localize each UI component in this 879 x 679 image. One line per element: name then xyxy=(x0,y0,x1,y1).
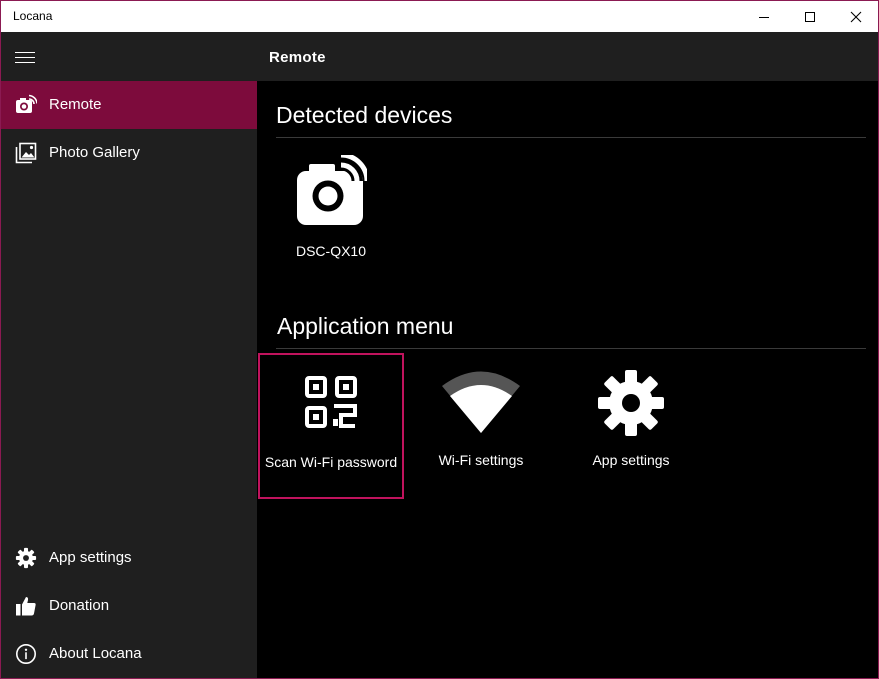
sidebar-item-label: App settings xyxy=(49,549,132,566)
sidebar-item-label: Donation xyxy=(49,597,110,614)
device-label: DSC-QX10 xyxy=(295,243,367,259)
photo-gallery-icon xyxy=(14,141,38,165)
sidebar-item-label: About Locana xyxy=(49,645,142,662)
tile-label: Scan Wi-Fi password xyxy=(264,454,398,470)
main-content: Detected devices DSC-QX10 Application me… xyxy=(257,81,878,678)
page-header: Remote xyxy=(257,32,878,81)
info-icon xyxy=(14,642,38,666)
close-icon xyxy=(850,11,862,22)
page-title: Remote xyxy=(269,49,326,66)
section-divider xyxy=(276,348,866,349)
gear-icon xyxy=(14,546,38,570)
qr-code-icon xyxy=(258,375,404,429)
sidebar-item-about[interactable]: About Locana xyxy=(1,630,257,678)
title-bar: Locana xyxy=(1,1,878,32)
close-button[interactable] xyxy=(833,1,879,32)
device-tile-dsc-qx10[interactable]: DSC-QX10 xyxy=(258,153,404,273)
sidebar-item-app-settings[interactable]: App settings xyxy=(1,534,257,582)
camera-wifi-icon xyxy=(14,93,38,117)
sidebar-item-donation[interactable]: Donation xyxy=(1,582,257,630)
app-window: Locana Remote Photo Gallery App settings… xyxy=(0,0,879,679)
wifi-settings-button[interactable]: Wi-Fi settings xyxy=(408,355,554,497)
detected-devices-title: Detected devices xyxy=(276,102,453,128)
section-divider xyxy=(276,137,866,138)
thumbs-up-icon xyxy=(14,594,38,618)
camera-wifi-icon xyxy=(258,155,404,227)
maximize-icon xyxy=(805,11,815,22)
tile-label: App settings xyxy=(592,452,670,468)
hamburger-menu-icon[interactable] xyxy=(15,51,35,65)
sidebar-item-label: Remote xyxy=(49,96,102,113)
maximize-button[interactable] xyxy=(787,1,833,32)
application-menu-title: Application menu xyxy=(277,313,454,339)
sidebar: Remote Photo Gallery App settings Donati… xyxy=(1,32,257,678)
wifi-icon xyxy=(408,369,554,435)
minimize-icon xyxy=(759,16,769,18)
tile-label: Wi-Fi settings xyxy=(438,452,524,468)
sidebar-item-photo-gallery[interactable]: Photo Gallery xyxy=(1,129,257,177)
gear-icon xyxy=(558,369,704,437)
sidebar-item-label: Photo Gallery xyxy=(49,144,140,161)
window-title: Locana xyxy=(13,9,53,23)
scan-wifi-password-button[interactable]: Scan Wi-Fi password xyxy=(258,353,404,499)
minimize-button[interactable] xyxy=(741,1,787,32)
sidebar-item-remote[interactable]: Remote xyxy=(1,81,257,129)
app-settings-button[interactable]: App settings xyxy=(558,355,704,497)
